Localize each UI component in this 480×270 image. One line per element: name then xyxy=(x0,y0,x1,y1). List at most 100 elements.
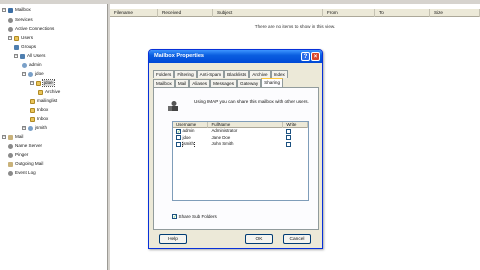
help-button[interactable]: Help xyxy=(159,234,187,244)
tree-node[interactable]: − All Users xyxy=(14,53,45,59)
tree-node-label: Users xyxy=(21,35,33,40)
user-icon xyxy=(28,71,33,77)
tab-anti-spam[interactable]: Anti-Spam xyxy=(196,70,225,78)
tree-node-label: Inbox xyxy=(37,116,49,121)
list-column-header[interactable]: From xyxy=(323,9,375,17)
tab-aliases[interactable]: Aliases xyxy=(189,79,211,87)
tree-node-label: Archive xyxy=(45,89,61,94)
collapse-icon[interactable]: − xyxy=(2,8,6,12)
tree-node-label: Outgoing Mail xyxy=(15,161,44,166)
username-cell: jsmith xyxy=(173,141,208,148)
tree-node-label: Mail xyxy=(15,134,24,139)
shared-users-icon xyxy=(168,101,178,111)
sharing-panel: Using IMAP you can share this mailbox wi… xyxy=(153,87,319,230)
collapse-icon[interactable]: − xyxy=(30,81,34,85)
tree-node[interactable]: − jdoe xyxy=(30,79,55,87)
tab-row-1: Folders Filtering Anti-Spam Blacklists Archi… xyxy=(153,70,288,78)
sharing-users-table[interactable]: Username FullName Write ✓ admin Administra… xyxy=(172,121,309,201)
list-column-header[interactable]: Size xyxy=(430,9,480,17)
read-access-checkbox[interactable] xyxy=(176,135,181,141)
write-cell xyxy=(283,141,308,148)
cancel-button[interactable]: Cancel xyxy=(283,234,311,244)
write-access-checkbox[interactable] xyxy=(286,135,292,141)
tree-node-label: Services xyxy=(15,17,33,22)
mailbox-properties-dialog: Mailbox Properties ? × Folders Filtering A… xyxy=(148,49,323,249)
tree-node[interactable]: admin xyxy=(22,62,42,68)
tree-node[interactable]: Name Server xyxy=(8,143,42,149)
tree-node-label: Mailbox xyxy=(15,7,31,12)
tree-node-label: jsmith xyxy=(35,125,47,130)
dialog-title: Mailbox Properties xyxy=(154,53,205,59)
user-icon xyxy=(22,62,27,68)
gear-icon xyxy=(8,152,13,158)
tab-archive[interactable]: Archive xyxy=(249,70,271,78)
cancel-button-label: Cancel xyxy=(289,237,305,242)
gear-icon xyxy=(8,17,13,23)
tree-node[interactable]: Active Connections xyxy=(8,26,54,32)
collapse-icon[interactable]: − xyxy=(22,72,26,76)
dialog-titlebar[interactable]: Mailbox Properties ? × xyxy=(149,50,322,63)
collapse-icon[interactable]: − xyxy=(8,36,12,40)
tab-blacklists[interactable]: Blacklists xyxy=(224,70,250,78)
tab-messages[interactable]: Messages xyxy=(210,79,238,87)
fullname-cell: John Smith xyxy=(211,141,234,146)
expand-icon[interactable]: + xyxy=(22,126,26,130)
ok-button[interactable]: OK xyxy=(245,234,273,244)
tree-pane[interactable]: − Mailbox Services Active Connections − Users… xyxy=(0,4,108,270)
tab-mailbox[interactable]: Mailbox xyxy=(153,79,175,87)
help-icon[interactable]: ? xyxy=(301,52,310,61)
tree-node[interactable]: mailinglist xyxy=(30,98,57,104)
list-header: Filename Received Subject From To Size xyxy=(110,9,480,17)
tree-node[interactable]: Inbox xyxy=(30,116,48,122)
collapse-icon[interactable]: − xyxy=(2,135,6,139)
tree-node[interactable]: − Mail xyxy=(2,134,23,140)
tab-filtering[interactable]: Filtering xyxy=(174,70,197,78)
folder-icon xyxy=(14,35,19,41)
gear-icon xyxy=(8,143,13,149)
read-access-checkbox[interactable] xyxy=(176,141,181,147)
tree-node[interactable]: Outgoing Mail xyxy=(8,161,43,167)
tree-node[interactable]: Pinger xyxy=(8,152,28,158)
folder-icon xyxy=(38,89,43,95)
tab-mail[interactable]: Mail xyxy=(174,79,190,87)
folder-icon xyxy=(36,80,41,86)
group-icon xyxy=(20,53,25,59)
list-column-header[interactable]: Filename xyxy=(110,9,158,17)
tree-node[interactable]: − jdoe xyxy=(22,71,44,77)
tree-node-label: admin xyxy=(29,62,42,67)
tab-index[interactable]: Index xyxy=(270,70,288,78)
folder-icon xyxy=(30,98,35,104)
tree-node-label: All Users xyxy=(27,53,46,58)
tree-node[interactable]: Services xyxy=(8,17,33,23)
tree-node-label: jdoe xyxy=(42,79,55,87)
table-row[interactable]: jsmith John Smith xyxy=(173,141,308,148)
gear-icon xyxy=(8,170,13,176)
read-access-checkbox[interactable]: ✓ xyxy=(176,128,181,134)
list-column-header[interactable]: Received xyxy=(158,9,213,17)
sharing-description: Using IMAP you can share this mailbox wi… xyxy=(194,99,309,104)
tab-gateway[interactable]: Gateway xyxy=(237,79,262,87)
tree-node[interactable]: + jsmith xyxy=(22,125,47,131)
share-subfolders-checkbox[interactable]: ✓ xyxy=(172,214,177,219)
write-access-checkbox[interactable] xyxy=(286,141,292,147)
tree-node[interactable]: Inbox xyxy=(30,107,48,113)
tree-node[interactable]: Groups xyxy=(14,44,36,50)
write-access-checkbox[interactable] xyxy=(286,128,292,134)
empty-list-message: There are no items to show in this view. xyxy=(254,24,336,29)
close-icon[interactable]: × xyxy=(311,52,320,61)
tree-node[interactable]: − Mailbox xyxy=(2,7,31,13)
user-icon xyxy=(28,125,33,131)
tree-node[interactable]: − Users xyxy=(8,35,33,41)
collapse-icon[interactable]: − xyxy=(14,54,18,58)
mail-icon xyxy=(8,134,13,140)
tab-row-2: Mailbox Mail Aliases Messages Gateway Sharing xyxy=(153,78,284,87)
tab-folders[interactable]: Folders xyxy=(153,70,175,78)
tab-sharing[interactable]: Sharing xyxy=(261,78,284,87)
list-column-header[interactable]: Subject xyxy=(213,9,323,17)
tree-node-label: jdoe xyxy=(35,71,44,76)
tree-node[interactable]: Event Log xyxy=(8,170,36,176)
list-column-header[interactable]: To xyxy=(375,9,430,17)
share-subfolders-option[interactable]: ✓ Share Sub Folders xyxy=(172,214,217,219)
tree-node-label: Pinger xyxy=(15,152,29,157)
tree-node[interactable]: Archive xyxy=(38,89,60,95)
